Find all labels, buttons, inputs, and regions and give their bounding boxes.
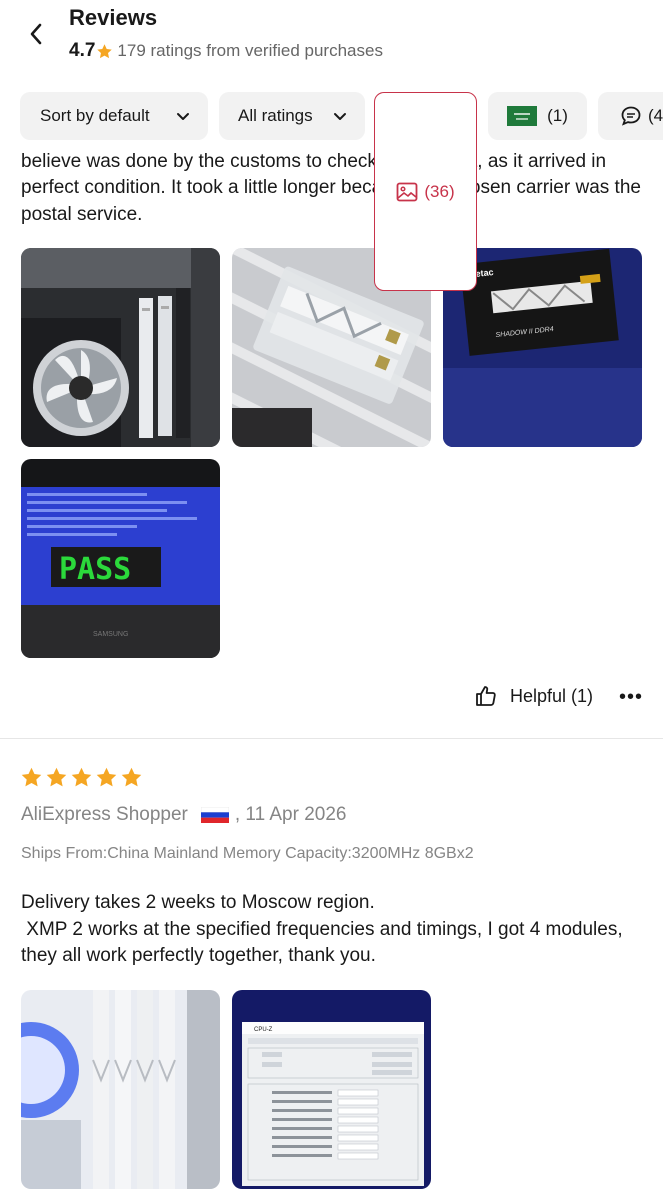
comment-filter-chip[interactable]: (4 <box>598 92 663 140</box>
divider <box>0 738 663 739</box>
more-options-button[interactable]: ••• <box>619 686 643 709</box>
photo-filter-chip[interactable]: (36) <box>374 92 477 291</box>
sort-dropdown[interactable]: Sort by default <box>20 92 208 140</box>
star-icon <box>46 767 67 787</box>
sort-label: Sort by default <box>40 106 150 125</box>
review-text-line: XMP 2 works at the specified frequencies… <box>21 918 628 967</box>
rating-summary: 4.7 179 ratings from verified purchases <box>69 40 383 62</box>
back-button[interactable] <box>22 20 50 48</box>
review-author-line: AliExpress Shopper , 11 Apr 2026 <box>21 804 347 826</box>
review-date: , 11 Apr 2026 <box>234 804 347 825</box>
comment-count: (4 <box>648 106 663 125</box>
ratings-count-text: 179 ratings from verified purchases <box>117 41 383 60</box>
chevron-left-icon <box>30 23 42 45</box>
helpful-label: Helpful (1) <box>510 685 594 706</box>
review-photo[interactable] <box>21 990 220 1189</box>
chevron-down-icon <box>334 113 346 120</box>
review-text: Delivery takes 2 weeks to Moscow region.… <box>21 890 651 970</box>
filter-bar: Sort by default All ratings (36) (1) (4 <box>0 88 663 291</box>
photo-count: (36) <box>424 181 455 201</box>
saudi-flag-icon <box>507 106 538 126</box>
monitor-brand: SAMSUNG <box>93 631 128 638</box>
page-title: Reviews <box>69 5 158 30</box>
country-count: (1) <box>547 106 568 125</box>
thumbs-up-icon <box>476 686 496 706</box>
review-text-line: Delivery takes 2 weeks to Moscow region. <box>21 892 375 913</box>
star-icon <box>96 43 113 60</box>
header: Reviews 4.7 179 ratings from verified pu… <box>0 0 663 88</box>
star-icon <box>96 767 117 787</box>
chevron-down-icon <box>177 113 189 120</box>
review-photo[interactable]: PASS SAMSUNG <box>21 459 220 658</box>
ratings-label: All ratings <box>238 106 313 125</box>
star-rating <box>20 766 143 789</box>
review-photo[interactable] <box>21 248 220 447</box>
helpful-button[interactable]: Helpful (1) <box>474 684 593 708</box>
review-photo[interactable]: CPU-Z <box>232 990 431 1189</box>
rating-value: 4.7 <box>69 40 96 61</box>
russia-flag-icon <box>200 807 229 823</box>
star-icon <box>21 767 42 787</box>
cpu-z-title: CPU-Z <box>254 1027 273 1033</box>
ships-from-info: Ships From:China Mainland Memory Capacit… <box>21 845 474 862</box>
comment-icon <box>621 106 641 126</box>
author-name: AliExpress Shopper <box>21 804 188 825</box>
image-icon <box>396 182 418 201</box>
star-icon <box>71 767 92 787</box>
country-filter-chip[interactable]: (1) <box>488 92 587 140</box>
star-icon <box>121 767 142 787</box>
screen-pass-text: PASS <box>59 552 131 587</box>
ratings-dropdown[interactable]: All ratings <box>219 92 365 140</box>
